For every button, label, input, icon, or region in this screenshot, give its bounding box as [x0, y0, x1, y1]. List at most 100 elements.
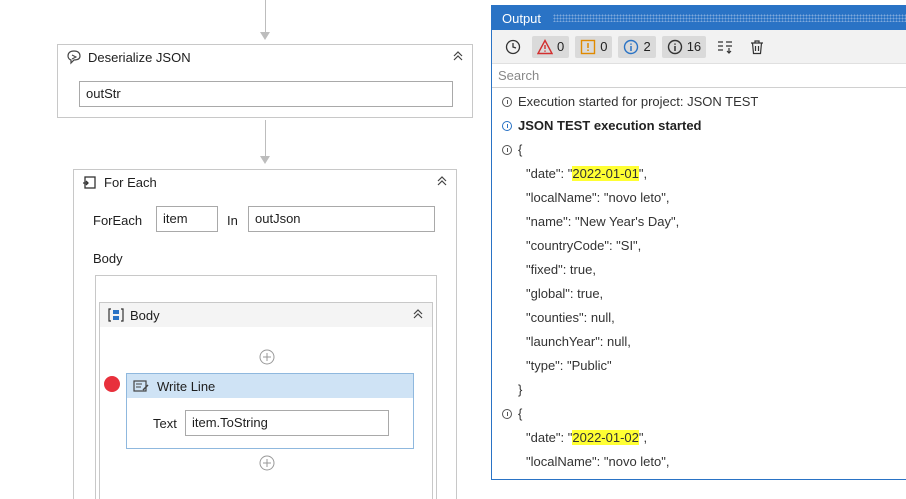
output-log: Execution started for project: JSON TEST… — [492, 88, 906, 474]
body-sequence-title: Body — [130, 307, 160, 323]
add-activity-icon[interactable] — [259, 455, 275, 474]
for-each-icon — [82, 174, 98, 190]
info-filter-button[interactable]: 2 — [618, 35, 656, 58]
foreach-collection-field[interactable]: outJson — [248, 206, 435, 232]
highlighted-date: 2022-01-01 — [572, 166, 639, 181]
connector-arrow — [260, 156, 270, 164]
log-line[interactable]: "fixed": true, — [492, 258, 906, 282]
deserialize-json-title: Deserialize JSON — [88, 49, 191, 65]
log-line[interactable]: "countryCode": "SI", — [492, 234, 906, 258]
log-text-post: ", — [638, 430, 648, 445]
log-line[interactable]: "date": "2022-01-01", — [492, 162, 906, 186]
breakpoint-icon[interactable] — [104, 376, 120, 392]
log-text-pre: "date": " — [526, 166, 573, 181]
connector-top — [265, 0, 266, 34]
log-line[interactable]: "global": true, — [492, 282, 906, 306]
clear-output-button[interactable] — [744, 36, 770, 58]
for-each-activity[interactable]: For Each ForEach item In outJson Body Bo… — [73, 169, 457, 499]
log-text: "countryCode": "SI", — [526, 238, 642, 253]
write-line-icon — [133, 378, 149, 394]
output-titlebar[interactable]: Output — [492, 6, 906, 30]
trace-count: 16 — [686, 39, 702, 54]
body-sequence[interactable]: Body Write Line Text item.ToString — [99, 302, 433, 499]
log-text: "launchYear": null, — [526, 334, 631, 349]
log-line[interactable]: JSON TEST execution started — [492, 114, 906, 138]
log-line[interactable]: "launchYear": null, — [492, 330, 906, 354]
log-line[interactable]: "name": "New Year's Day", — [492, 210, 906, 234]
for-each-header[interactable]: For Each — [74, 170, 456, 194]
body-container: Body Write Line Text item.ToString — [95, 275, 437, 499]
info-count: 2 — [643, 39, 651, 54]
body-sequence-header[interactable]: Body — [100, 303, 432, 327]
info-icon — [624, 39, 639, 54]
foreach-item-field[interactable]: item — [156, 206, 218, 232]
deserialize-json-header[interactable]: Deserialize JSON — [58, 45, 472, 69]
log-text: "date": "2022-01-02", — [526, 426, 647, 450]
show-timestamps-button[interactable] — [500, 36, 526, 58]
warnings-filter-button[interactable]: 0 — [575, 35, 613, 58]
log-line[interactable]: "date": "2022-01-02", — [492, 426, 906, 450]
info-icon — [502, 97, 512, 107]
log-text: "localName": "novo leto", — [526, 190, 670, 205]
log-text-pre: "date": " — [526, 430, 573, 445]
foreach-label: ForEach — [93, 213, 143, 228]
error-icon — [537, 38, 553, 54]
log-text: "localName": "novo leto", — [526, 454, 670, 469]
log-text-post: ", — [638, 166, 648, 181]
body-label: Body — [93, 251, 123, 266]
errors-count: 0 — [557, 39, 565, 54]
errors-filter-button[interactable]: 0 — [532, 35, 570, 58]
write-line-activity[interactable]: Write Line Text item.ToString — [126, 373, 414, 449]
titlebar-grip — [553, 14, 906, 22]
connector-middle — [265, 120, 266, 158]
log-text: "date": "2022-01-01", — [526, 162, 647, 186]
sequence-icon — [108, 307, 124, 323]
log-text: Execution started for project: JSON TEST — [518, 94, 759, 109]
log-text: "global": true, — [526, 286, 604, 301]
deserialize-icon — [66, 49, 82, 65]
for-each-title: For Each — [104, 174, 157, 190]
write-line-title: Write Line — [157, 378, 216, 394]
log-text: "counties": null, — [526, 310, 615, 325]
trace-filter-button[interactable]: 16 — [661, 35, 707, 58]
log-line[interactable]: Execution started for project: JSON TEST — [492, 90, 906, 114]
output-toolbar: 0 0 2 16 — [492, 30, 906, 64]
log-line[interactable]: { — [492, 402, 906, 426]
log-line[interactable]: "type": "Public" — [492, 354, 906, 378]
log-line[interactable]: "localName": "novo leto", — [492, 450, 906, 474]
log-line[interactable]: "localName": "novo leto", — [492, 186, 906, 210]
deserialize-json-activity[interactable]: Deserialize JSON outStr — [57, 44, 473, 118]
text-label: Text — [153, 416, 177, 431]
add-activity-icon[interactable] — [259, 349, 275, 368]
warning-icon — [581, 39, 596, 54]
log-text: { — [518, 142, 523, 157]
collapse-icon[interactable] — [452, 50, 464, 65]
output-title: Output — [502, 10, 542, 26]
output-search-input[interactable]: Search — [492, 64, 906, 88]
output-panel[interactable]: Output 0 0 2 16 Search Execution started… — [491, 5, 906, 480]
write-line-text-field[interactable]: item.ToString — [185, 410, 389, 436]
warnings-count: 0 — [600, 39, 608, 54]
info-icon — [502, 409, 512, 419]
log-text: } — [518, 382, 523, 397]
log-line[interactable]: } — [492, 378, 906, 402]
info-icon — [502, 121, 512, 131]
in-label: In — [227, 213, 238, 228]
collapse-icon[interactable] — [412, 308, 424, 323]
trace-icon — [667, 39, 682, 54]
filter-list-icon — [718, 40, 733, 54]
write-line-header[interactable]: Write Line — [127, 374, 413, 398]
log-line[interactable]: { — [492, 138, 906, 162]
collapse-icon[interactable] — [436, 175, 448, 190]
log-text: JSON TEST execution started — [518, 118, 702, 133]
filter-options-button[interactable] — [712, 36, 738, 58]
deserialize-input-field[interactable]: outStr — [79, 81, 453, 107]
log-text: { — [518, 406, 523, 421]
connector-arrow — [260, 32, 270, 40]
log-text: "fixed": true, — [526, 262, 596, 277]
trash-icon — [751, 39, 764, 54]
log-line[interactable]: "counties": null, — [492, 306, 906, 330]
log-text: "name": "New Year's Day", — [526, 214, 680, 229]
clock-icon — [505, 39, 521, 54]
info-icon — [502, 145, 512, 155]
